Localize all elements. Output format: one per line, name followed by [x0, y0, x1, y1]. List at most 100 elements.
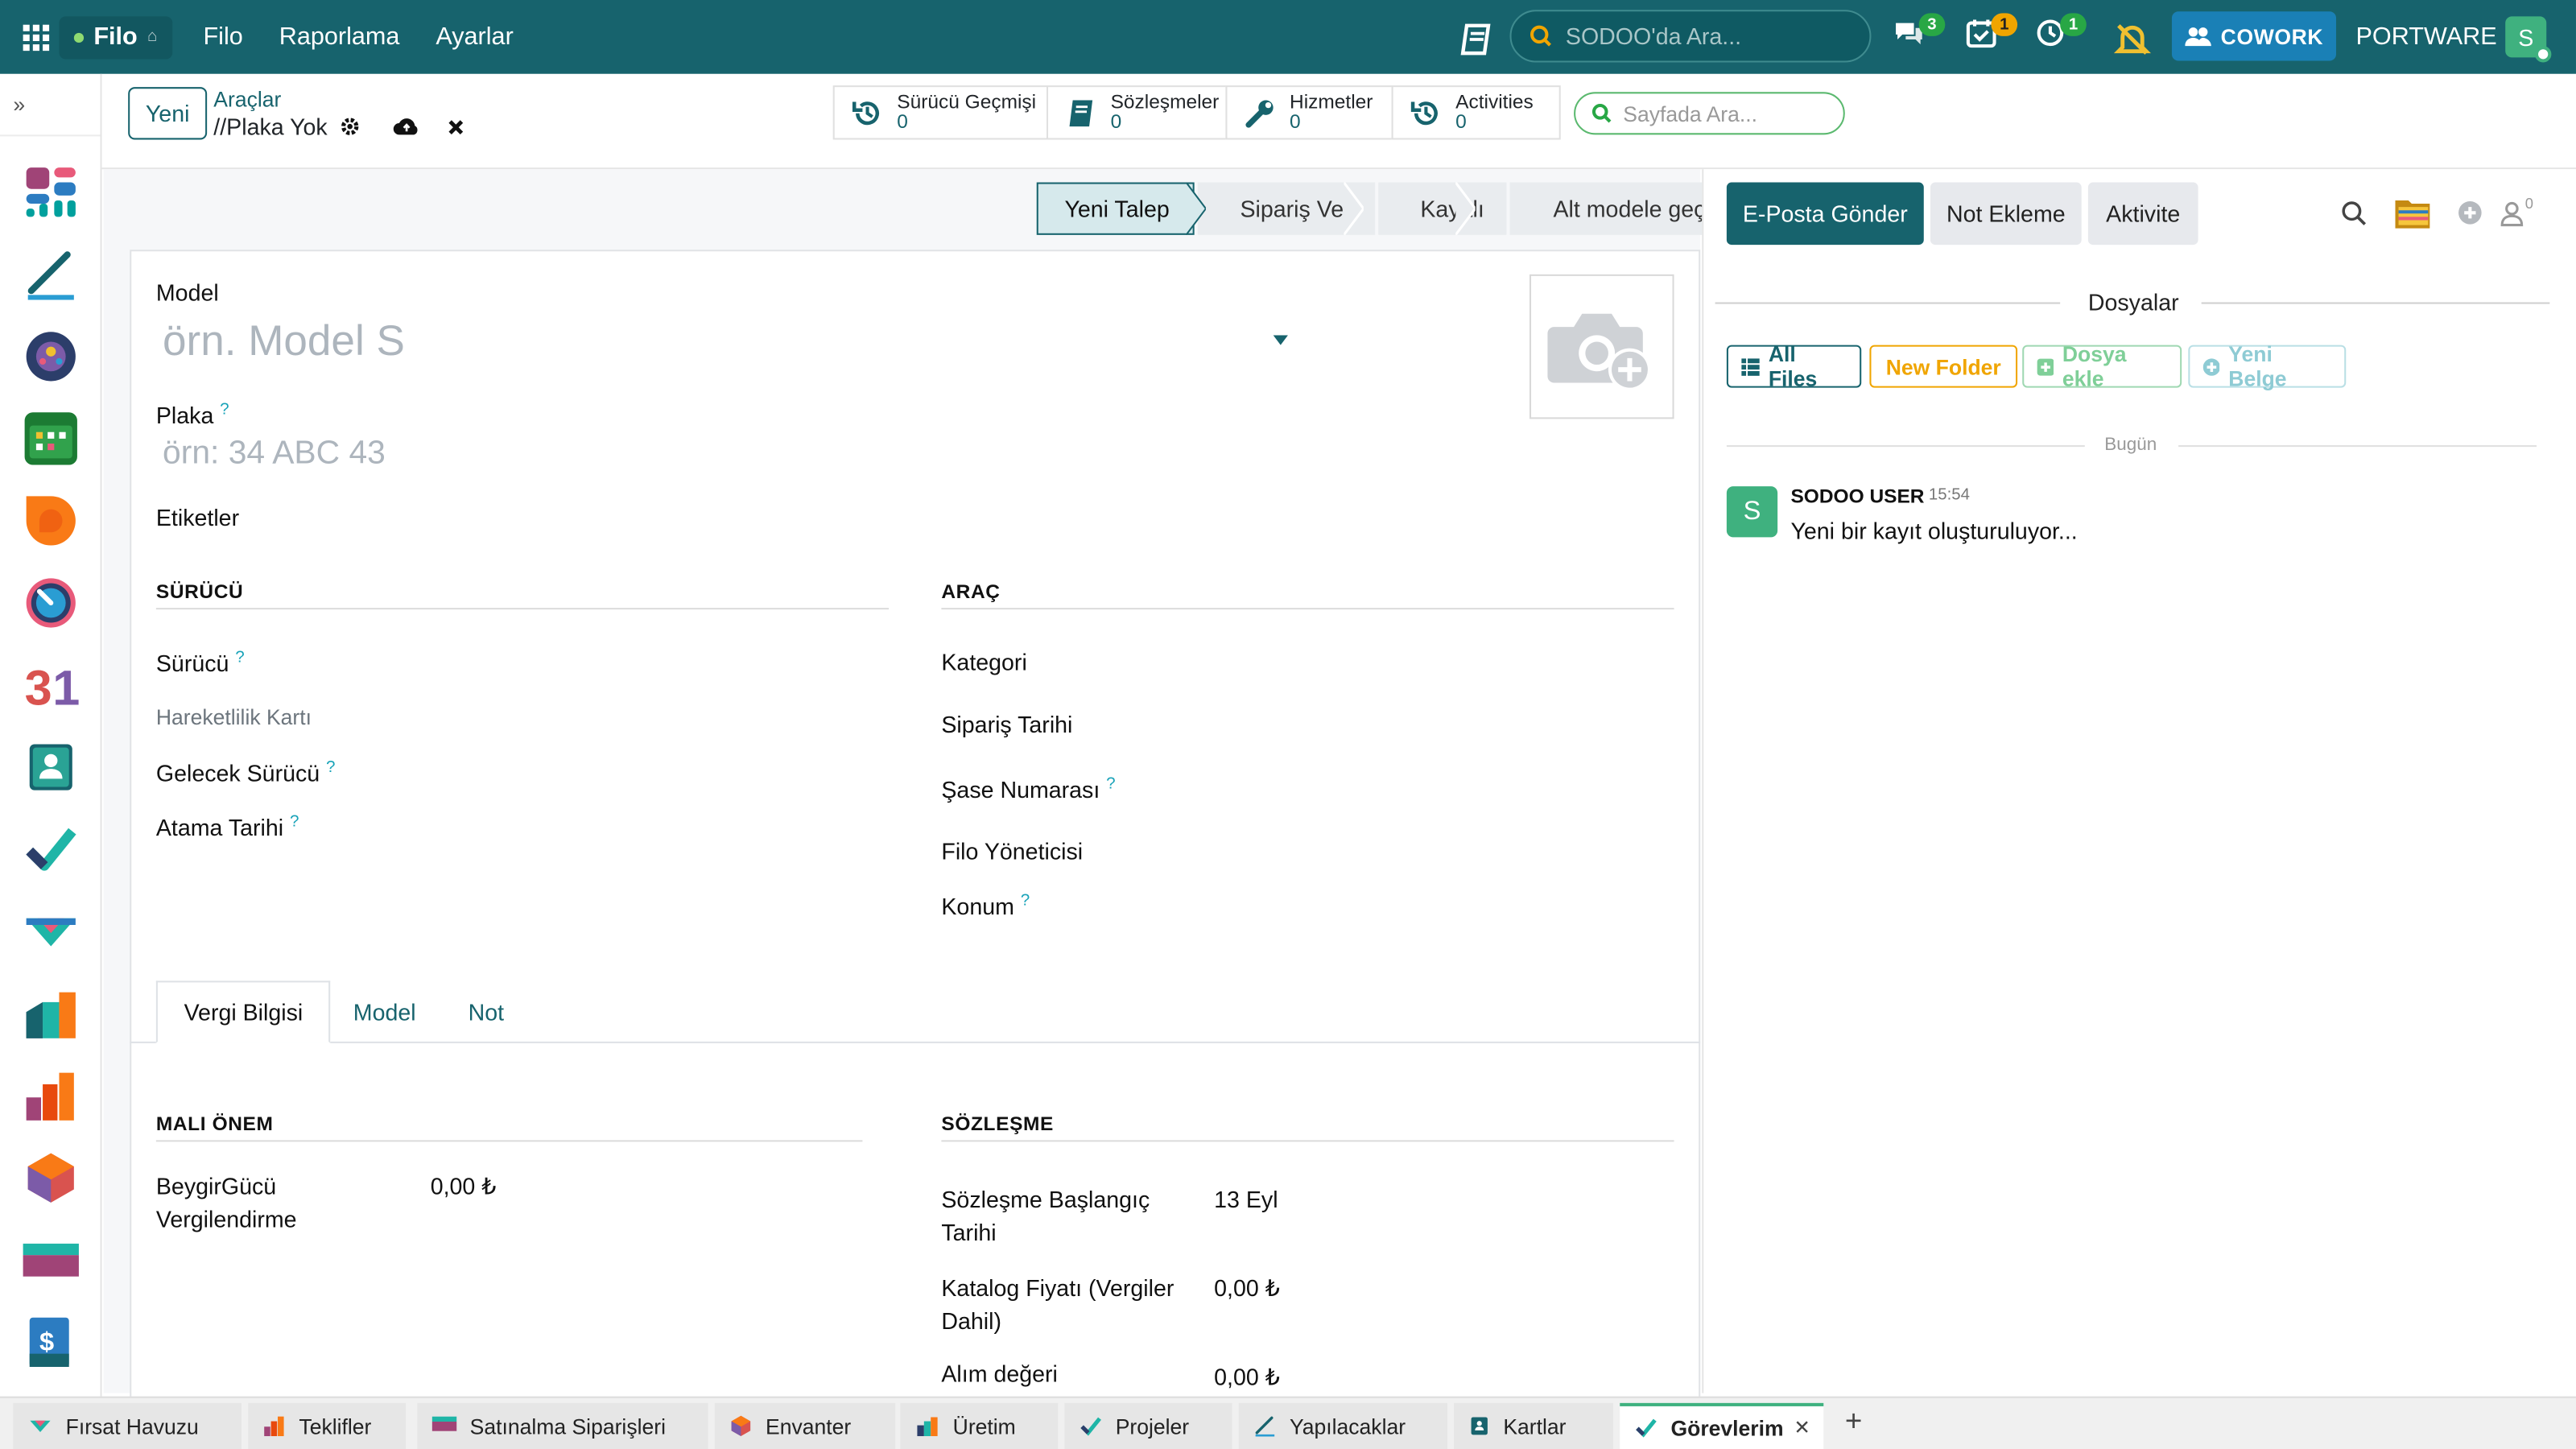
- add-follower-icon[interactable]: [2458, 200, 2483, 225]
- contract-start-value[interactable]: 13 Eyl: [1214, 1186, 1278, 1212]
- menu-raporlama[interactable]: Raporlama: [279, 23, 400, 52]
- page-search-input[interactable]: Sayfada Ara...: [1574, 92, 1845, 135]
- add-tab-icon[interactable]: +: [1845, 1405, 1862, 1439]
- tab-note[interactable]: Not: [469, 980, 504, 1043]
- messages-button[interactable]: 3: [1893, 13, 1946, 56]
- catalog-price-label-line1: Katalog Fiyatı (Vergiler: [941, 1274, 1174, 1302]
- menu-filo[interactable]: Filo: [203, 23, 242, 52]
- plate-input[interactable]: örn: 34 ABC 43: [163, 436, 386, 473]
- smart-button-activities[interactable]: Activities 0: [1391, 85, 1561, 140]
- gear-icon[interactable]: [341, 117, 360, 136]
- timer-button[interactable]: 1: [2034, 13, 2087, 56]
- dashboard-app-icon[interactable]: [23, 164, 79, 220]
- horsepower-tax-label: BeygirGücü Vergilendirme: [156, 1170, 297, 1236]
- menu-ayarlar[interactable]: Ayarlar: [436, 23, 513, 52]
- manufacturing-app-icon[interactable]: [23, 985, 79, 1041]
- user-avatar[interactable]: S: [2505, 16, 2552, 63]
- chevron-down-icon[interactable]: [1273, 335, 1288, 345]
- crm-app-icon[interactable]: [23, 903, 79, 959]
- taskbar-tab-manufacturing[interactable]: Üretim: [900, 1402, 1059, 1449]
- horsepower-tax-value[interactable]: 0,00 ₺: [431, 1173, 497, 1201]
- model-input[interactable]: örn. Model S: [163, 316, 405, 366]
- sidebar-expand-icon[interactable]: »: [0, 74, 101, 137]
- new-document-button[interactable]: Yeni Belge: [2188, 341, 2347, 391]
- discard-close-icon[interactable]: [448, 118, 465, 135]
- contacts-icon: [1471, 1417, 1488, 1435]
- calendar-app-icon[interactable]: [23, 411, 79, 466]
- timer-badge: 1: [2060, 13, 2087, 36]
- driver-label-text: Sürücü: [155, 650, 229, 677]
- new-record-button[interactable]: Yeni: [128, 87, 208, 140]
- files-title: Dosyalar: [2087, 289, 2179, 316]
- bell-muted-icon[interactable]: [2112, 19, 2152, 59]
- company-switcher[interactable]: PORTWARE: [2356, 23, 2497, 52]
- catalog-price-value[interactable]: 0,00 ₺: [1214, 1275, 1280, 1303]
- tasks-icon: [1636, 1418, 1657, 1438]
- tab-tax-info[interactable]: Vergi Bilgisi: [155, 980, 331, 1043]
- search-icon[interactable]: [2341, 200, 2368, 227]
- cloud-save-icon[interactable]: [393, 117, 421, 136]
- send-email-button[interactable]: E-Posta Gönder: [1726, 182, 1924, 246]
- contacts-app-icon[interactable]: [23, 739, 79, 795]
- taskbar-tab-todo[interactable]: Yapılacaklar: [1238, 1402, 1447, 1449]
- current-app-badge[interactable]: Filo ⌂: [59, 15, 172, 59]
- taskbar-tab-purchase-orders[interactable]: Satınalma Siparişleri: [417, 1402, 708, 1449]
- taskbar-tab-opportunities[interactable]: Fırsat Havuzu: [13, 1402, 242, 1449]
- discuss-app-icon[interactable]: [23, 493, 79, 548]
- all-files-button[interactable]: All Files: [1726, 341, 1862, 391]
- timesheet-app-icon[interactable]: [23, 575, 79, 630]
- book-icon: [1069, 99, 1093, 126]
- cowork-button[interactable]: COWORK: [2171, 11, 2337, 61]
- stage-registered[interactable]: Kayıtlı: [1377, 182, 1508, 235]
- smart-button-driver-history[interactable]: Sürücü Geçmişi 0: [832, 85, 1049, 140]
- taskbar-tab-projects[interactable]: Projeler: [1064, 1402, 1232, 1449]
- calendar-31-icon[interactable]: 31: [23, 657, 79, 713]
- invoicing-app-icon[interactable]: $: [23, 1315, 79, 1370]
- activity-button[interactable]: Aktivite: [2087, 182, 2198, 246]
- message-time: 15:54: [1928, 486, 1970, 505]
- taskbar-label: Kartlar: [1503, 1414, 1567, 1439]
- plus-circle-icon: [2202, 357, 2221, 375]
- camera-add-icon: [1547, 313, 1652, 391]
- purchase-app-icon[interactable]: [23, 1232, 79, 1288]
- user-avatar-letter: S: [2518, 23, 2534, 51]
- help-icon[interactable]: ?: [1106, 775, 1115, 793]
- knowledge-book-icon[interactable]: [1459, 19, 1498, 59]
- new-folder-button[interactable]: New Folder: [1869, 345, 2018, 388]
- taskbar-tab-quotations[interactable]: Teklifler: [248, 1402, 407, 1449]
- vehicle-image-upload[interactable]: [1529, 274, 1674, 419]
- help-icon[interactable]: ?: [235, 649, 244, 667]
- activities-button[interactable]: 1: [1965, 13, 2018, 56]
- inventory-app-icon[interactable]: [23, 1150, 79, 1206]
- help-icon[interactable]: ?: [290, 813, 299, 831]
- help-icon[interactable]: ?: [326, 759, 335, 777]
- order-date-label: Sipariş Tarihi: [941, 711, 1073, 738]
- app-sidebar: » 31 $: [0, 73, 102, 1449]
- followers-icon[interactable]: [2500, 200, 2524, 227]
- folder-icon[interactable]: [2393, 196, 2433, 232]
- purchase-value[interactable]: 0,00 ₺: [1214, 1364, 1280, 1392]
- breadcrumb: Araçlar //Plaka Yok: [213, 87, 465, 139]
- taskbar-tab-inventory[interactable]: Envanter: [714, 1402, 896, 1449]
- add-file-button[interactable]: Dosya ekle: [2022, 341, 2182, 391]
- todo-app-icon[interactable]: [23, 246, 79, 302]
- breadcrumb-parent[interactable]: Araçlar: [213, 87, 465, 112]
- smart-button-contracts[interactable]: Sözleşmeler 0: [1046, 85, 1228, 140]
- taskbar-tab-cards[interactable]: Kartlar: [1454, 1402, 1614, 1449]
- project-app-icon[interactable]: [23, 821, 79, 877]
- help-icon[interactable]: ?: [220, 401, 229, 419]
- community-app-icon[interactable]: [23, 328, 79, 384]
- global-search[interactable]: SODOO'da Ara...: [1509, 10, 1872, 63]
- message-author-avatar[interactable]: S: [1726, 486, 1778, 538]
- close-tab-icon[interactable]: ✕: [1794, 1416, 1810, 1439]
- taskbar-tab-my-tasks[interactable]: Görevlerim ✕: [1620, 1402, 1824, 1449]
- smart-button-services[interactable]: Hizmetler 0: [1225, 85, 1393, 140]
- reporting-app-icon[interactable]: [23, 1068, 79, 1124]
- cowork-label: COWORK: [2220, 23, 2324, 49]
- smart-button-label: Sözleşmeler: [1110, 90, 1220, 114]
- help-icon[interactable]: ?: [1021, 892, 1030, 910]
- smart-button-value: 0: [897, 109, 908, 134]
- stage-new-request[interactable]: Yeni Talep: [1036, 182, 1195, 235]
- log-note-button[interactable]: Not Ekleme: [1930, 182, 2082, 246]
- tab-model[interactable]: Model: [353, 980, 416, 1043]
